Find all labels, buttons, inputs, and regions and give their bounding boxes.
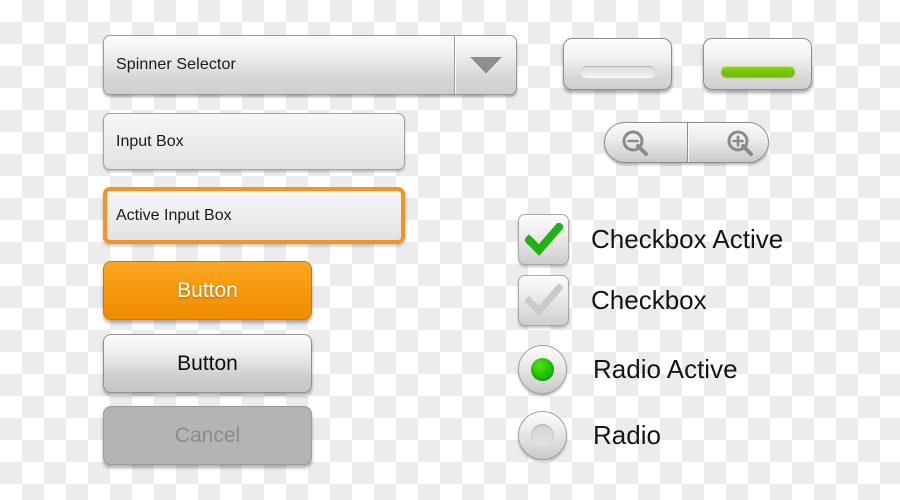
cancel-button[interactable]: Cancel [103, 406, 312, 465]
radio-control[interactable] [518, 411, 567, 460]
magnifier-plus-icon [727, 130, 753, 156]
input-box[interactable]: Input Box [103, 113, 405, 170]
checkbox-box[interactable] [518, 275, 569, 326]
checkbox-active-label: Checkbox Active [591, 224, 784, 254]
radio-dot-empty-icon [531, 424, 554, 447]
radio-active-label: Radio Active [593, 354, 738, 384]
checkbox-active-row[interactable]: Checkbox Active [518, 214, 783, 265]
checkbox-active-box[interactable] [518, 214, 569, 265]
check-icon [524, 222, 563, 256]
spinner-selector-label: Spinner Selector [116, 56, 236, 73]
primary-button-label: Button [177, 278, 238, 302]
chevron-down-icon [469, 56, 502, 74]
toggle-switch-on[interactable] [703, 38, 812, 90]
magnifier-minus-icon [622, 130, 648, 156]
toggle-bar-on-icon [720, 66, 795, 77]
checkbox-label: Checkbox [591, 285, 707, 315]
radio-label: Radio [593, 420, 661, 450]
input-box-value: Input Box [116, 132, 184, 150]
radio-row[interactable]: Radio [518, 411, 661, 460]
toggle-bar-off-icon [580, 66, 655, 77]
ui-kit-canvas: Spinner Selector Input Box Active Input … [0, 0, 900, 500]
cancel-button-label: Cancel [174, 423, 241, 447]
active-input-box[interactable]: Active Input Box [103, 187, 405, 244]
active-input-box-value: Active Input Box [116, 206, 232, 224]
spinner-dropdown-button[interactable] [454, 36, 516, 94]
zoom-out-button[interactable] [605, 123, 687, 162]
spinner-selector[interactable]: Spinner Selector [103, 35, 517, 95]
toggle-switch-off[interactable] [563, 38, 672, 90]
checkbox-row[interactable]: Checkbox [518, 275, 707, 326]
zoom-control [604, 122, 769, 163]
radio-active-row[interactable]: Radio Active [518, 345, 738, 394]
primary-button[interactable]: Button [103, 261, 312, 320]
secondary-button[interactable]: Button [103, 334, 312, 393]
radio-active-control[interactable] [518, 345, 567, 394]
zoom-in-button[interactable] [687, 123, 768, 162]
check-icon-muted [524, 283, 563, 316]
radio-dot-icon [531, 358, 554, 381]
secondary-button-label: Button [177, 351, 238, 375]
